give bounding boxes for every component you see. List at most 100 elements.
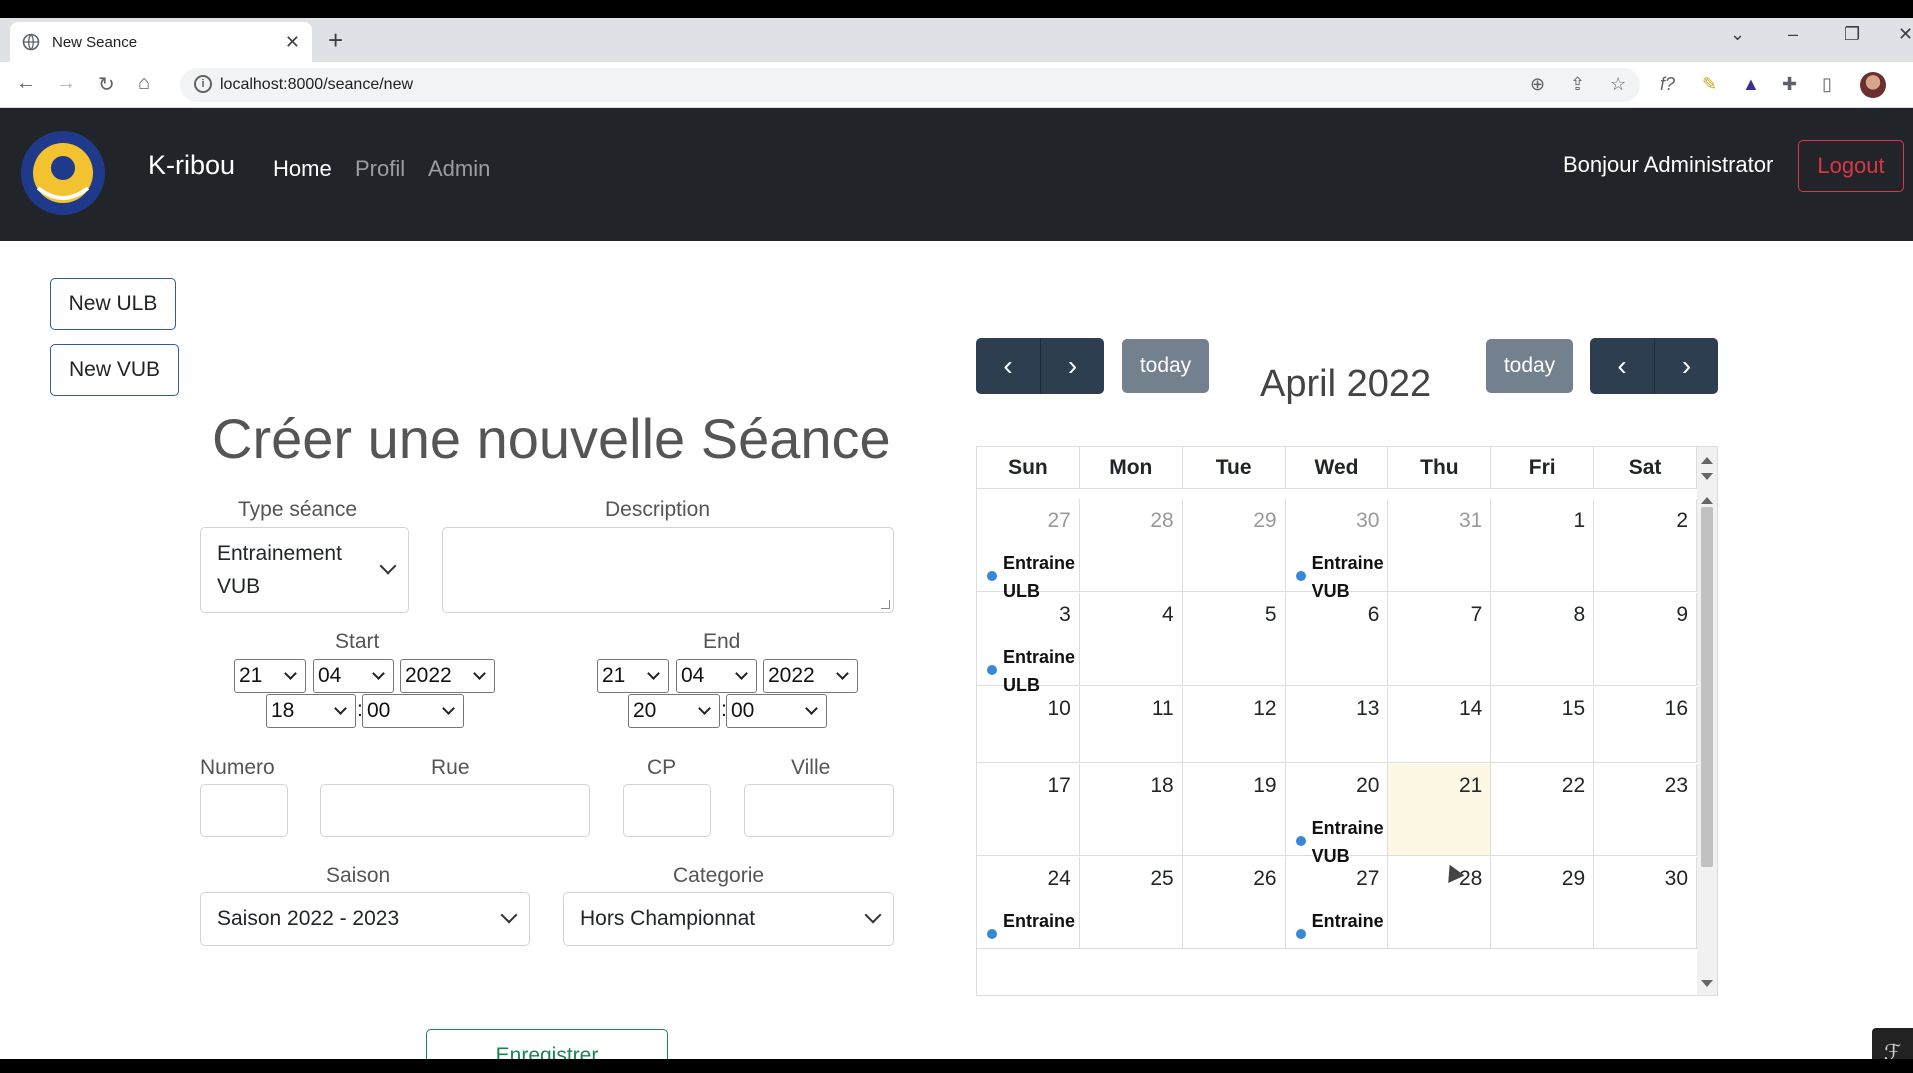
day-number[interactable]: 25 <box>1150 867 1173 891</box>
day-number[interactable]: 8 <box>1573 603 1585 627</box>
start-month-select[interactable]: 04 <box>313 659 394 693</box>
scroll-down-icon[interactable] <box>1701 473 1713 480</box>
back-icon[interactable]: ← <box>16 72 36 95</box>
day-number[interactable]: 27 <box>1048 509 1071 533</box>
home-icon[interactable]: ⌂ <box>138 72 150 95</box>
description-textarea[interactable] <box>442 527 894 613</box>
bookmark-star-icon[interactable]: ☆ <box>1610 74 1626 95</box>
day-number[interactable]: 13 <box>1356 697 1379 721</box>
calendar-day-28[interactable]: 28 <box>1080 499 1183 591</box>
day-number[interactable]: 1 <box>1573 509 1585 533</box>
tab-search-icon[interactable]: ⌄ <box>1730 24 1745 45</box>
calendar-day-30[interactable]: 30 Entraine VUB <box>1286 499 1389 601</box>
day-number[interactable]: 23 <box>1665 774 1688 798</box>
calendar-scrollbar[interactable] <box>1697 447 1717 995</box>
day-number[interactable]: 3 <box>1059 603 1071 627</box>
prev-month-icon[interactable]: ‹ <box>976 338 1040 394</box>
calendar-day-2[interactable]: 2 <box>1594 499 1698 591</box>
day-number[interactable]: 26 <box>1253 867 1276 891</box>
restore-icon[interactable]: ❐ <box>1844 24 1860 45</box>
address-bar[interactable]: i localhost:8000/seance/new <box>180 68 1640 102</box>
start-day-select[interactable]: 21 <box>234 659 306 693</box>
calendar-day-13[interactable]: 13 <box>1286 687 1389 762</box>
today-button-right[interactable]: today <box>1486 339 1573 393</box>
kinball-logo[interactable] <box>18 128 108 218</box>
calendar-day-8[interactable]: 8 <box>1491 593 1595 685</box>
calendar-day-6[interactable]: 6 <box>1286 593 1389 685</box>
next-month-icon[interactable]: › <box>1040 338 1104 394</box>
calendar-day-1[interactable]: 1 <box>1491 499 1595 591</box>
day-number[interactable]: 19 <box>1253 774 1276 798</box>
end-day-select[interactable]: 21 <box>597 659 669 693</box>
day-number[interactable]: 24 <box>1048 867 1071 891</box>
scroll-up-icon[interactable] <box>1701 457 1713 464</box>
calendar-day-9[interactable]: 9 <box>1594 593 1698 685</box>
scroll-down-icon[interactable] <box>1701 980 1713 987</box>
day-number[interactable]: 31 <box>1459 509 1482 533</box>
calendar-day-23[interactable]: 23 <box>1594 764 1698 855</box>
day-number[interactable]: 29 <box>1253 509 1276 533</box>
forward-icon[interactable]: → <box>56 72 76 95</box>
calendar-day-14[interactable]: 14 <box>1388 687 1492 762</box>
day-number[interactable]: 30 <box>1356 509 1379 533</box>
side-panel-icon[interactable]: ▯ <box>1822 74 1832 95</box>
zoom-icon[interactable]: ⊕ <box>1530 74 1545 95</box>
nav-admin[interactable]: Admin <box>428 156 490 182</box>
day-number[interactable]: 4 <box>1162 603 1174 627</box>
day-number[interactable]: 16 <box>1665 697 1688 721</box>
reload-icon[interactable]: ↻ <box>98 72 115 97</box>
calendar-day-29[interactable]: 29 <box>1183 499 1286 591</box>
end-minute-select[interactable]: 00 <box>726 694 827 728</box>
calendar-day-27[interactable]: 27 Entraine ULB <box>977 499 1080 601</box>
calendar-day-17[interactable]: 17 <box>977 764 1080 855</box>
day-number[interactable]: 20 <box>1356 774 1379 798</box>
day-number[interactable]: 14 <box>1459 697 1482 721</box>
calendar-day-31[interactable]: 31 <box>1388 499 1492 591</box>
day-number[interactable]: 9 <box>1676 603 1688 627</box>
calendar-day-3[interactable]: 3 Entraine ULB <box>977 593 1080 695</box>
calendar-day-26[interactable]: 26 <box>1183 857 1286 948</box>
today-button-left[interactable]: today <box>1122 339 1209 393</box>
share-icon[interactable]: ⇪ <box>1570 74 1585 95</box>
ville-input[interactable] <box>744 784 894 837</box>
calendar-day-16[interactable]: 16 <box>1594 687 1698 762</box>
close-tab-icon[interactable]: ✕ <box>285 32 300 53</box>
day-number[interactable]: 10 <box>1048 697 1071 721</box>
start-minute-select[interactable]: 00 <box>362 694 464 728</box>
calendar-day-19[interactable]: 19 <box>1183 764 1286 855</box>
day-number[interactable]: 18 <box>1150 774 1173 798</box>
minimize-icon[interactable]: – <box>1788 24 1798 45</box>
resize-handle-icon[interactable] <box>881 600 890 609</box>
end-month-select[interactable]: 04 <box>676 659 757 693</box>
day-number[interactable]: 27 <box>1356 867 1379 891</box>
profile-avatar[interactable] <box>1860 72 1886 98</box>
calendar-day-20[interactable]: 20 Entraine VUB <box>1286 764 1389 866</box>
calendar-day-29[interactable]: 29 <box>1491 857 1595 948</box>
day-number[interactable]: 5 <box>1265 603 1277 627</box>
day-number[interactable]: 11 <box>1152 697 1174 721</box>
nav-profil[interactable]: Profil <box>355 156 405 182</box>
symfony-toolbar-icon[interactable]: ℱ <box>1872 1028 1913 1059</box>
end-hour-select[interactable]: 20 <box>628 694 720 728</box>
type-select[interactable]: Entrainement VUB <box>200 527 409 613</box>
scroll-thumb[interactable] <box>1701 507 1713 867</box>
extension-fx-icon[interactable]: f? <box>1660 74 1675 95</box>
calendar-day-12[interactable]: 12 <box>1183 687 1286 762</box>
new-tab-icon[interactable]: + <box>328 26 343 54</box>
browser-tab[interactable]: New Seance ✕ <box>10 22 312 62</box>
calendar-day-27[interactable]: 27 Entraine <box>1286 857 1389 948</box>
calendar-day-22[interactable]: 22 <box>1491 764 1595 855</box>
calendar-event[interactable]: Entraine <box>987 907 1075 939</box>
calendar-day-18[interactable]: 18 <box>1080 764 1183 855</box>
day-number[interactable]: 30 <box>1665 867 1688 891</box>
day-number[interactable]: 7 <box>1471 603 1483 627</box>
calendar-day-7[interactable]: 7 <box>1388 593 1492 685</box>
calendar-day-30[interactable]: 30 <box>1594 857 1698 948</box>
new-ulb-button[interactable]: New ULB <box>50 278 176 330</box>
day-number[interactable]: 17 <box>1048 774 1071 798</box>
start-year-select[interactable]: 2022 <box>400 659 495 693</box>
day-number[interactable]: 21 <box>1459 774 1482 798</box>
extensions-puzzle-icon[interactable]: ✚ <box>1782 74 1797 95</box>
calendar-day-25[interactable]: 25 <box>1080 857 1183 948</box>
calendar-day-28[interactable]: 28 <box>1388 857 1492 948</box>
